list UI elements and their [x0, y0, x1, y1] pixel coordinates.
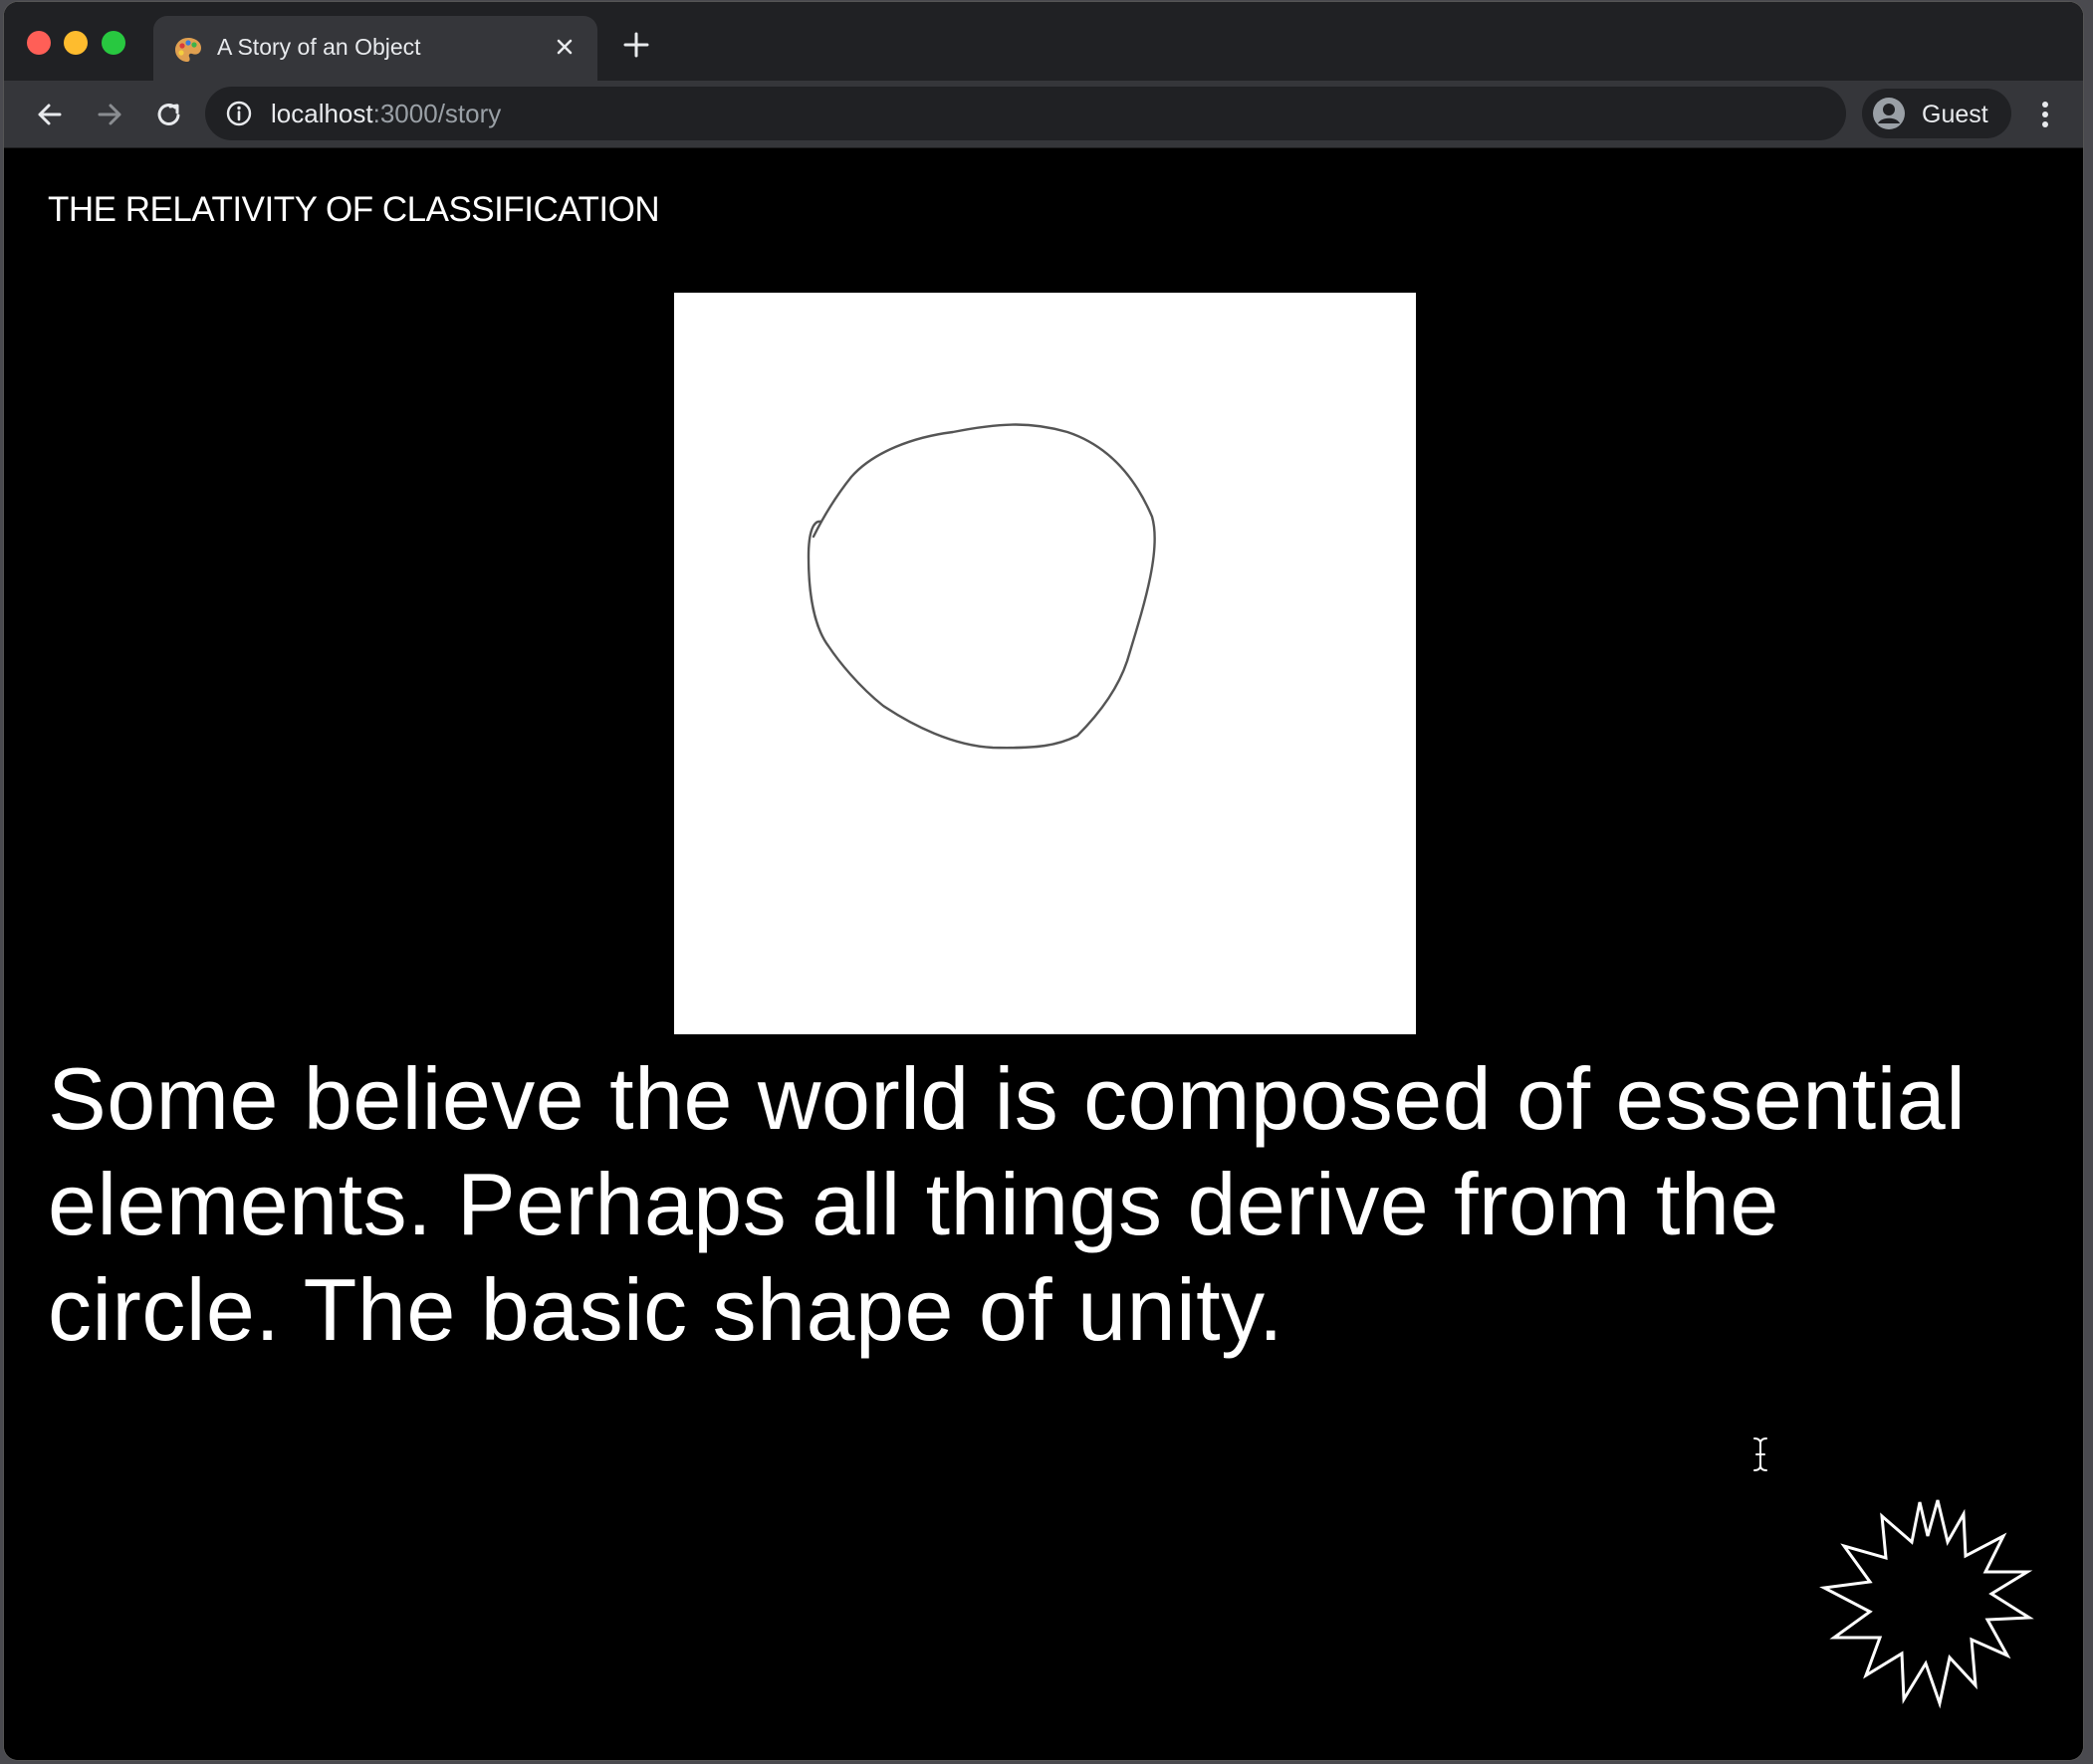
- text-cursor-icon: [1750, 1434, 1770, 1474]
- profile-label: Guest: [1922, 101, 1988, 128]
- page-viewport: THE RELATIVITY OF CLASSIFICATION Some be…: [4, 148, 2083, 1760]
- palette-icon: [173, 35, 203, 65]
- back-arrow-icon[interactable]: [30, 95, 70, 134]
- forward-arrow-icon[interactable]: [90, 95, 129, 134]
- browser-window: A Story of an Object localhost:3000/stor…: [4, 2, 2083, 1760]
- minimize-window-button[interactable]: [64, 31, 88, 55]
- close-window-button[interactable]: [27, 31, 51, 55]
- new-tab-button[interactable]: [619, 28, 653, 62]
- page-heading: THE RELATIVITY OF CLASSIFICATION: [48, 190, 660, 229]
- hand-drawn-circle: [807, 423, 1156, 750]
- more-menu-icon[interactable]: [2031, 95, 2059, 134]
- browser-toolbar: localhost:3000/story Guest: [4, 81, 2083, 148]
- tab-title: A Story of an Object: [217, 34, 421, 60]
- url-host: localhost: [271, 99, 373, 128]
- address-url: localhost:3000/story: [271, 99, 501, 129]
- tab-strip: A Story of an Object: [4, 2, 2083, 81]
- tab-active[interactable]: A Story of an Object: [153, 16, 597, 81]
- profile-button[interactable]: Guest: [1862, 89, 2011, 138]
- starburst-icon[interactable]: [1816, 1490, 2035, 1719]
- close-tab-icon[interactable]: [550, 32, 580, 62]
- drawing-canvas[interactable]: [674, 293, 1416, 1034]
- address-bar[interactable]: localhost:3000/story: [205, 87, 1846, 140]
- info-icon[interactable]: [225, 100, 253, 127]
- reload-icon[interactable]: [149, 95, 189, 134]
- url-path: :3000/story: [372, 99, 502, 128]
- story-text: Some believe the world is composed of es…: [48, 1049, 1967, 1359]
- maximize-window-button[interactable]: [102, 31, 125, 55]
- avatar-icon: [1872, 97, 1906, 130]
